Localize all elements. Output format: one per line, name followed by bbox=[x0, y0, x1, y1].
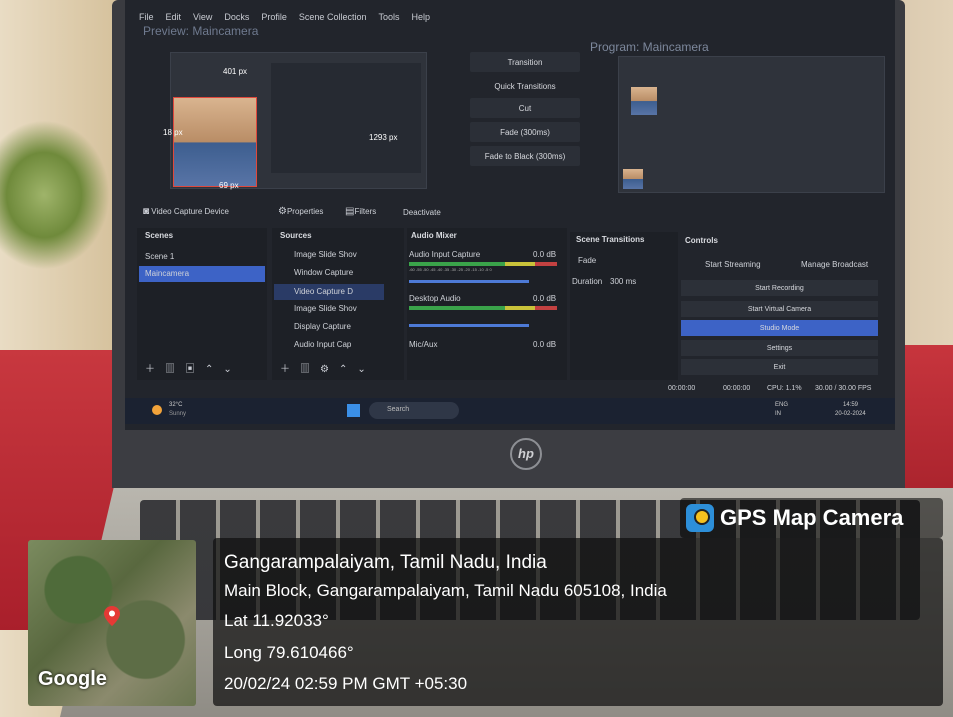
plant bbox=[0, 120, 110, 270]
region-indicator: IN bbox=[775, 411, 781, 417]
studio-mode-button[interactable]: Studio Mode bbox=[681, 320, 878, 336]
camera-feed-program bbox=[623, 169, 643, 189]
preview-title: Preview: Maincamera bbox=[143, 24, 259, 38]
weather-desc: Sunny bbox=[169, 411, 187, 417]
transition-button[interactable]: Transition bbox=[470, 52, 580, 72]
audio-channel-level: 0.0 dB bbox=[533, 340, 557, 349]
gps-place: Gangarampalaiyam, Tamil Nadu, India bbox=[224, 552, 547, 573]
windows-start-icon[interactable] bbox=[347, 404, 360, 417]
source-item[interactable]: Display Capture bbox=[294, 322, 351, 331]
start-recording-button[interactable]: Start Recording bbox=[681, 280, 878, 296]
fade-to-black-button[interactable]: Fade to Black (300ms) bbox=[470, 146, 580, 166]
start-streaming-button[interactable]: Start Streaming bbox=[705, 260, 761, 269]
taskbar-search[interactable]: Search bbox=[369, 402, 459, 419]
volume-slider[interactable] bbox=[409, 280, 529, 283]
nested-obs-screenshot bbox=[271, 63, 421, 173]
audio-channel-name: Audio Input Capture bbox=[409, 250, 481, 259]
preview-canvas[interactable]: 401 px 1293 px 69 px bbox=[170, 52, 427, 190]
scenes-header: Scenes bbox=[145, 231, 174, 240]
audio-mixer-dock: Audio Mixer Audio Input Capture 0.0 dB -… bbox=[407, 228, 567, 380]
rec-time: 00:00:00 bbox=[723, 385, 751, 392]
manage-broadcast-button[interactable]: Manage Broadcast bbox=[801, 260, 868, 269]
program-canvas bbox=[618, 56, 885, 193]
google-logo: Google bbox=[38, 668, 107, 690]
source-item[interactable]: Window Capture bbox=[294, 268, 353, 277]
exit-button[interactable]: Exit bbox=[681, 359, 878, 375]
scene-item[interactable]: Scene 1 bbox=[145, 252, 174, 261]
menu-scene-collection[interactable]: Scene Collection bbox=[299, 8, 367, 26]
menu-help[interactable]: Help bbox=[411, 8, 430, 26]
sources-dock: Sources Image Slide Shov Window Capture … bbox=[272, 228, 404, 380]
deactivate-button[interactable]: Deactivate bbox=[403, 208, 441, 217]
cut-button[interactable]: Cut bbox=[470, 98, 580, 118]
cpu-usage: CPU: 1.1% bbox=[767, 385, 802, 392]
scenes-dock: Scenes Scene 1 Maincamera ＋▥▣⌃⌄ bbox=[137, 228, 267, 380]
measure-right: 1293 px bbox=[369, 133, 398, 142]
measure-bottom: 69 px bbox=[219, 181, 239, 190]
audio-channel-level: 0.0 dB bbox=[533, 294, 557, 303]
duration-label: Duration bbox=[572, 277, 603, 286]
camera-feed-program-nested bbox=[631, 87, 657, 115]
source-item[interactable]: Image Slide Shov bbox=[294, 304, 357, 313]
source-item[interactable]: Audio Input Cap bbox=[294, 340, 351, 349]
properties-button[interactable]: ⚙Properties bbox=[278, 206, 323, 217]
gps-map-camera-icon bbox=[686, 504, 714, 532]
sources-header: Sources bbox=[280, 231, 312, 240]
gps-badge-label: GPS Map Camera bbox=[720, 505, 904, 530]
duration-input[interactable]: 300 ms bbox=[610, 277, 636, 286]
taskbar-search-placeholder: Search bbox=[387, 406, 410, 413]
clock-date: 20-02-2024 bbox=[835, 411, 866, 417]
gps-datetime: 20/02/24 02:59 PM GMT +05:30 bbox=[224, 674, 468, 693]
fps-counter: 30.00 / 30.00 FPS bbox=[815, 385, 872, 392]
laptop-screen: File Edit View Docks Profile Scene Colle… bbox=[125, 0, 895, 430]
scene-toolbar-icons[interactable]: ＋▥▣⌃⌄ bbox=[145, 360, 242, 375]
audio-channel-name: Desktop Audio bbox=[409, 294, 461, 303]
fade-button[interactable]: Fade (300ms) bbox=[470, 122, 580, 142]
sun-icon bbox=[152, 405, 162, 415]
audio-channel-level: 0.0 dB bbox=[533, 250, 557, 259]
audio-mixer-header: Audio Mixer bbox=[411, 231, 457, 240]
volume-slider[interactable] bbox=[409, 324, 529, 327]
menu-tools[interactable]: Tools bbox=[378, 8, 399, 26]
gear-icon: ⚙ bbox=[278, 206, 287, 217]
source-name-label: ◙ Video Capture Device bbox=[143, 206, 229, 217]
gps-address: Main Block, Gangarampalaiyam, Tamil Nadu… bbox=[224, 581, 667, 600]
scene-transitions-header: Scene Transitions bbox=[576, 235, 645, 244]
stream-time: 00:00:00 bbox=[668, 385, 696, 392]
source-toolbar-icons[interactable]: ＋▥⚙⌃⌄ bbox=[280, 360, 376, 375]
settings-button[interactable]: Settings bbox=[681, 340, 878, 356]
transition-type-select[interactable]: Fade bbox=[578, 256, 596, 265]
audio-meter bbox=[409, 306, 557, 310]
audio-channel-name: Mic/Aux bbox=[409, 340, 438, 349]
camera-feed-preview bbox=[173, 97, 257, 187]
start-virtual-camera-button[interactable]: Start Virtual Camera bbox=[681, 301, 878, 317]
audio-meter-scale: -60 -55 -50 -45 -40 -35 -30 -25 -20 -15 … bbox=[409, 267, 492, 272]
audio-meter bbox=[409, 262, 557, 266]
gps-latitude: Lat 11.92033° bbox=[224, 611, 329, 630]
measure-left: 18 px bbox=[163, 128, 183, 137]
filters-button[interactable]: ▤Filters bbox=[345, 206, 376, 217]
weather-temp: 32°C bbox=[169, 402, 183, 408]
lang-indicator: ENG bbox=[775, 402, 789, 408]
camera-icon: ◙ bbox=[143, 206, 150, 217]
source-item-selected[interactable]: Video Capture D bbox=[274, 284, 384, 300]
scene-transitions-dock: Scene Transitions Fade Duration 300 ms bbox=[570, 232, 678, 380]
laptop-bezel-chin bbox=[112, 430, 905, 488]
measure-top: 401 px bbox=[223, 67, 248, 76]
clock-time: 14:59 bbox=[843, 402, 859, 408]
map-pin-icon bbox=[104, 606, 120, 626]
scene-item-selected[interactable]: Maincamera bbox=[139, 266, 265, 282]
hp-logo: hp bbox=[510, 438, 542, 470]
windows-taskbar: 32°C Sunny Search ENG IN 14:59 20-02-202… bbox=[125, 398, 895, 424]
gps-longitude: Long 79.610466° bbox=[224, 643, 354, 662]
source-item[interactable]: Image Slide Shov bbox=[294, 250, 357, 259]
program-title: Program: Maincamera bbox=[590, 40, 709, 54]
menu-profile[interactable]: Profile bbox=[261, 8, 287, 26]
quick-transitions-label: Quick Transitions bbox=[494, 81, 556, 91]
controls-header: Controls bbox=[685, 236, 718, 245]
